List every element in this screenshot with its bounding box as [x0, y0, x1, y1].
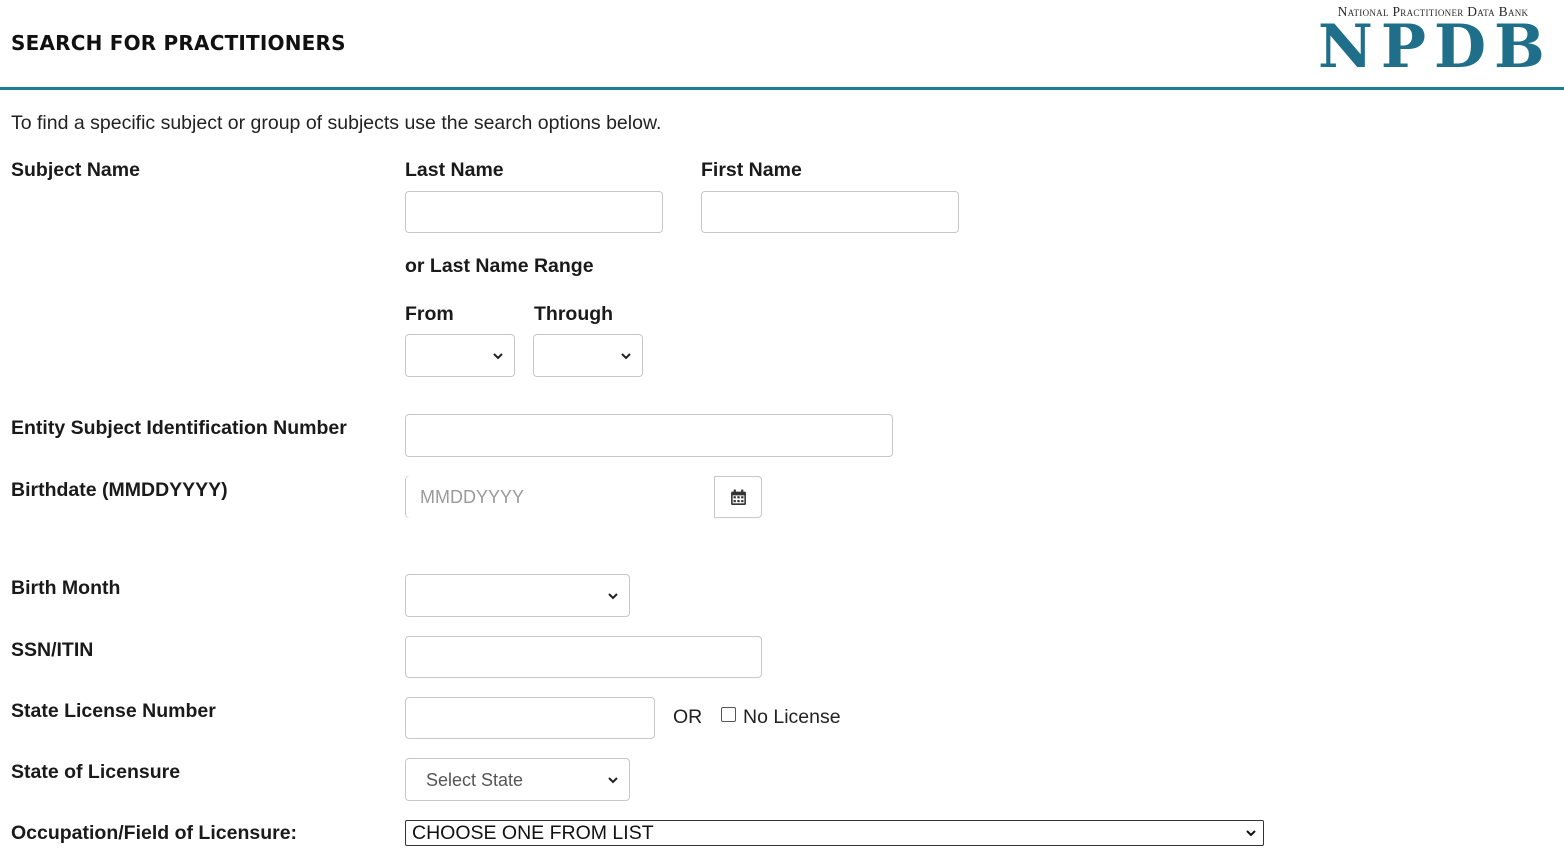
through-label: Through — [534, 303, 614, 325]
page-title: SEARCH FOR PRACTITIONERS — [11, 31, 346, 55]
subject-name-label: Subject Name — [11, 159, 140, 181]
ssn-label: SSN/ITIN — [11, 639, 94, 661]
esin-input[interactable] — [405, 414, 893, 457]
from-select[interactable] — [405, 334, 515, 377]
page-header: SEARCH FOR PRACTITIONERS National Practi… — [0, 0, 1564, 90]
first-name-input[interactable] — [701, 191, 959, 233]
chevron-down-icon — [1246, 830, 1256, 837]
ssn-input[interactable] — [405, 636, 762, 678]
no-license-label[interactable]: No License — [743, 706, 841, 729]
chevron-down-icon — [608, 593, 618, 600]
occupation-select[interactable]: CHOOSE ONE FROM LIST — [405, 820, 1264, 846]
last-name-range-label: or Last Name Range — [405, 255, 594, 277]
occupation-select-value: CHOOSE ONE FROM LIST — [412, 822, 654, 844]
no-license-checkbox[interactable] — [721, 707, 736, 722]
calendar-button[interactable] — [714, 477, 761, 517]
chevron-down-icon — [608, 777, 618, 784]
calendar-icon — [730, 489, 746, 505]
license-number-input[interactable] — [405, 697, 655, 739]
license-number-label: State License Number — [11, 700, 216, 722]
npdb-logo: National Practitioner Data Bank NPDB — [1318, 4, 1553, 82]
last-name-input[interactable] — [405, 191, 663, 233]
birthdate-input[interactable] — [406, 476, 716, 518]
logo-wordmark: NPDB — [1318, 12, 1553, 82]
chevron-down-icon — [493, 353, 503, 360]
last-name-label: Last Name — [405, 159, 504, 181]
state-select-value: Select State — [426, 770, 524, 790]
birth-month-label: Birth Month — [11, 577, 121, 599]
first-name-label: First Name — [701, 159, 802, 181]
state-licensure-label: State of Licensure — [11, 761, 181, 783]
from-label: From — [405, 303, 454, 325]
birthdate-label: Birthdate (MMDDYYYY) — [11, 479, 228, 501]
intro-text: To find a specific subject or group of s… — [11, 112, 662, 134]
birth-month-select[interactable] — [405, 574, 630, 617]
occupation-label: Occupation/Field of Licensure: — [11, 822, 298, 844]
or-text: OR — [673, 706, 703, 728]
chevron-down-icon — [621, 353, 631, 360]
birthdate-field — [405, 476, 762, 518]
through-select[interactable] — [533, 334, 643, 377]
esin-label: Entity Subject Identification Number — [11, 417, 347, 439]
state-select[interactable]: Select State — [405, 758, 630, 801]
